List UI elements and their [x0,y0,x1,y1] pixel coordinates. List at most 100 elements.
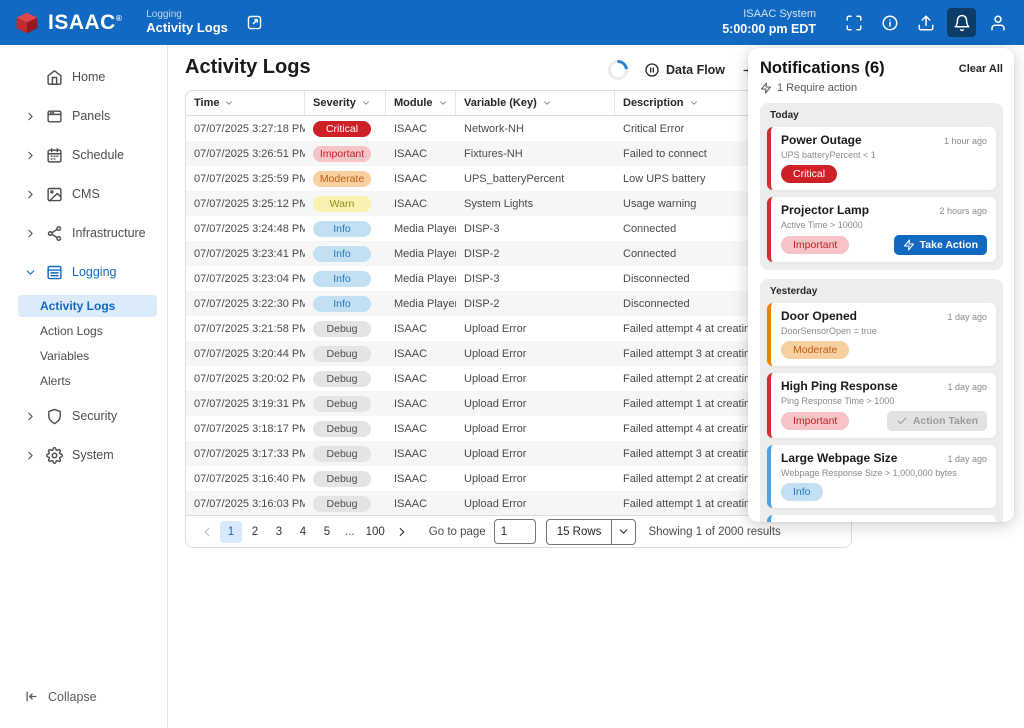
chevron-right-icon [395,525,409,539]
rows-per-page-select[interactable]: 15 Rows [546,519,637,545]
time-cell: 07/07/2025 3:25:59 PM [186,173,305,185]
severity-badge: Info [313,296,371,312]
notification-card-large-webpage-size[interactable]: Large Webpage Size1 day agoWebpage Respo… [767,445,996,508]
column-header-severity[interactable]: Severity [305,91,386,115]
module-cell: Media Player [386,273,456,285]
module-cell: ISAAC [386,423,456,435]
zap-icon [903,239,915,251]
page-button-3[interactable]: 3 [268,521,290,543]
variable-cell: Upload Error [456,398,615,410]
chevron-left-icon [200,525,214,539]
variable-cell: DISP-2 [456,248,615,260]
sidebar: Home Panels Schedule CMS Infrastructure Loggi… [0,45,168,728]
go-to-page-input[interactable] [494,519,536,544]
loading-spinner-icon [604,56,632,84]
page-ellipsis: ... [340,526,360,538]
header-action-bell[interactable] [947,8,976,37]
severity-cell: Info [305,271,386,287]
action-taken-button[interactable]: Action Taken [887,411,987,431]
page-button-1[interactable]: 1 [220,521,242,543]
sidebar-item-schedule[interactable]: Schedule [0,145,167,165]
severity-badge: Info [313,246,371,262]
go-to-page-label: Go to page [429,526,486,538]
sidebar-subitem-action-logs[interactable]: Action Logs [18,320,157,342]
breadcrumb-page: Activity Logs [146,21,228,36]
sidebar-item-panels[interactable]: Panels [0,106,167,126]
page-button-5[interactable]: 5 [316,521,338,543]
time-cell: 07/07/2025 3:17:33 PM [186,448,305,460]
notification-card-projector-lamp[interactable]: Projector Lamp2 hours agoActive Time > 1… [767,197,996,262]
sidebar-item-label: System [72,448,114,462]
data-flow-toggle-button[interactable]: Data Flow [644,62,725,78]
clear-all-button[interactable]: Clear All [959,63,1003,75]
variable-cell: DISP-3 [456,223,615,235]
time-cell: 07/07/2025 3:23:41 PM [186,248,305,260]
brand-mark: ® [116,14,122,23]
severity-badge: Info [313,221,371,237]
action-label: Action Taken [913,415,978,427]
header-action-fullscreen[interactable] [839,8,868,37]
notification-card-high-webpage-response-time[interactable]: High Webpage Response Time1 day agoWebpa… [767,515,996,522]
sidebar-collapse-button[interactable]: Collapse [24,689,97,704]
sidebar-subitem-activity-logs[interactable]: Activity Logs [18,295,157,317]
variable-cell: Upload Error [456,498,615,510]
severity-badge: Moderate [313,171,371,187]
pause-circle-icon [644,62,660,78]
take-action-button[interactable]: Take Action [894,235,987,255]
sidebar-item-security[interactable]: Security [0,406,167,426]
page-button-4[interactable]: 4 [292,521,314,543]
notification-card-door-opened[interactable]: Door Opened1 day agoDoorSensorOpen = tru… [767,303,996,366]
logging-icon [46,264,63,281]
brand-logo: ISAAC® [14,10,122,36]
panels-icon [46,108,63,125]
severity-cell: Moderate [305,171,386,187]
page-button-100[interactable]: 100 [362,521,389,543]
severity-badge: Debug [313,496,371,512]
next-page-button[interactable] [391,521,413,543]
chevron-down-icon [689,98,699,108]
variable-cell: Upload Error [456,473,615,485]
schedule-icon [46,147,63,164]
severity-badge: Debug [313,471,371,487]
severity-badge: Important [781,236,849,254]
column-label: Module [394,97,433,109]
notification-group-yesterday: YesterdayDoor Opened1 day agoDoorSensorO… [760,279,1003,522]
sidebar-item-infrastructure[interactable]: Infrastructure [0,223,167,243]
severity-cell: Critical [305,121,386,137]
chevron-down-icon [617,525,630,538]
time-cell: 07/07/2025 3:22:30 PM [186,298,305,310]
page-button-2[interactable]: 2 [244,521,266,543]
module-cell: ISAAC [386,348,456,360]
severity-badge: Info [313,271,371,287]
severity-cell: Debug [305,446,386,462]
sidebar-item-logging[interactable]: Logging [0,262,167,282]
sidebar-item-system[interactable]: System [0,445,167,465]
security-icon [46,408,63,425]
severity-badge: Critical [313,121,371,137]
previous-page-button[interactable] [196,521,218,543]
notification-card-high-ping-response[interactable]: High Ping Response1 day agoPing Response… [767,373,996,438]
sidebar-item-label: Home [72,70,105,84]
column-header-variable-key[interactable]: Variable (Key) [456,91,615,115]
sidebar-item-home[interactable]: Home [0,67,167,87]
collapse-icon [24,689,39,704]
system-clock: ISAAC System 5:00:00 pm EDT [722,8,816,37]
chevron-down-icon [611,520,635,544]
chevron-down-icon [24,266,37,279]
notification-group-today: TodayPower Outage1 hour agoUPS batteryPe… [760,103,1003,270]
sidebar-item-cms[interactable]: CMS [0,184,167,204]
time-cell: 07/07/2025 3:25:12 PM [186,198,305,210]
notification-time: 1 hour ago [944,136,987,146]
column-header-module[interactable]: Module [386,91,456,115]
module-cell: ISAAC [386,398,456,410]
infrastructure-icon [46,225,63,242]
header-action-info[interactable] [875,8,904,37]
sidebar-subitem-alerts[interactable]: Alerts [18,370,157,392]
notification-card-power-outage[interactable]: Power Outage1 hour agoUPS batteryPercent… [767,127,996,190]
sidebar-subitem-variables[interactable]: Variables [18,345,157,367]
open-in-new-window-button[interactable] [242,10,268,36]
header-action-upload[interactable] [911,8,940,37]
column-header-time[interactable]: Time [186,91,305,115]
header-action-user[interactable] [983,8,1012,37]
notification-condition: Webpage Response Size > 1,000,000 bytes [781,468,987,478]
